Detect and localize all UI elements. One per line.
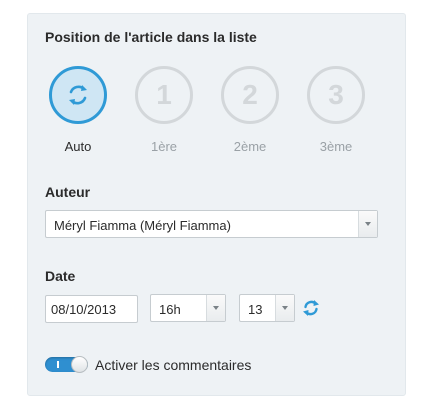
position-option-auto[interactable]: Auto [45,66,111,154]
refresh-icon [69,85,87,105]
date-input[interactable] [45,295,138,323]
position-selector: Auto 1 1ère 2 2ème 3 3ème [45,66,390,161]
minute-select[interactable]: 13 [239,294,295,322]
position-number: 2 [242,79,258,110]
position-option-label: 3ème [319,139,353,154]
hour-select-value: 16h [159,302,181,317]
toggle-on-indicator [57,361,59,368]
author-section-title: Auteur [45,184,91,200]
position-number: 1 [156,79,172,110]
position-number: 3 [328,79,344,110]
position-option-label: Auto [64,139,92,154]
auto-position-circle [49,66,107,124]
refresh-date-button[interactable] [301,298,321,318]
position-number-circle: 3 [307,66,365,124]
position-option-2[interactable]: 2 2ème [217,66,283,154]
minute-select-value: 13 [248,302,263,317]
position-option-label: 2ème [233,139,267,154]
author-select[interactable]: Méryl Fiamma (Méryl Fiamma) [45,210,378,238]
date-section-title: Date [45,268,76,284]
position-option-3[interactable]: 3 3ème [303,66,369,154]
comments-toggle-label[interactable]: Activer les commentaires [95,357,251,373]
dropdown-arrow-icon [206,295,225,321]
dropdown-arrow-icon [275,295,294,321]
position-option-1[interactable]: 1 1ère [131,66,197,154]
toggle-knob [71,356,88,373]
author-select-value: Méryl Fiamma (Méryl Fiamma) [54,218,231,233]
position-number-circle: 2 [221,66,279,124]
position-option-label: 1ère [150,139,178,154]
dropdown-arrow-icon [358,211,377,237]
position-section-title: Position de l'article dans la liste [45,29,257,45]
comments-toggle[interactable] [45,356,88,373]
refresh-icon [303,300,319,316]
article-settings-panel: Position de l'article dans la liste Auto… [27,13,406,396]
hour-select[interactable]: 16h [150,294,226,322]
position-number-circle: 1 [135,66,193,124]
